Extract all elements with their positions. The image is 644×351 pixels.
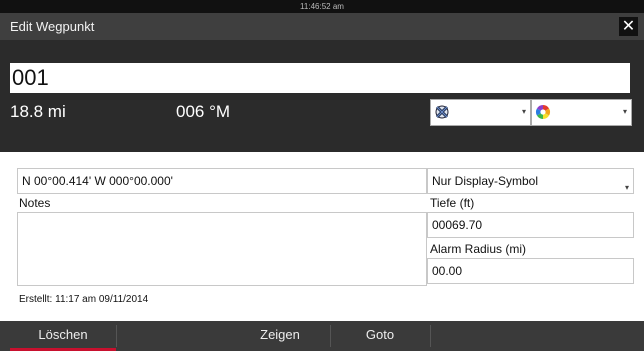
- dialog-title: Edit Wegpunkt: [10, 19, 95, 34]
- dialog-titlebar: Edit Wegpunkt ✕: [0, 13, 644, 40]
- show-button[interactable]: Zeigen: [230, 321, 330, 351]
- waypoint-bearing: 006 °M: [176, 102, 231, 121]
- divider: [430, 325, 431, 347]
- waypoint-cross-icon: [435, 105, 449, 119]
- created-timestamp: Erstellt: 11:17 am 09/11/2014: [19, 294, 149, 305]
- alarm-radius-input[interactable]: 00.00: [427, 258, 634, 284]
- goto-label: Goto: [365, 327, 395, 342]
- chevron-down-icon: ▾: [624, 183, 629, 192]
- waypoint-details-panel: N 00°00.414' W 000°00.000' Nur Display-S…: [0, 152, 644, 321]
- alarm-radius-label: Alarm Radius (mi): [430, 242, 527, 256]
- display-mode-value: Nur Display-Symbol: [432, 174, 539, 188]
- chevron-down-icon: ▾: [622, 107, 627, 116]
- notes-label: Notes: [19, 196, 51, 210]
- waypoint-header-panel: 001 18.8 mi 006 °M ▾ ▾: [0, 40, 644, 152]
- chevron-down-icon: ▾: [521, 107, 526, 116]
- close-button[interactable]: ✕: [619, 17, 638, 36]
- close-icon: ✕: [621, 18, 636, 35]
- status-bar: 11:46:52 am: [0, 0, 644, 13]
- action-bar: Löschen Zeigen Goto: [0, 321, 644, 351]
- divider: [116, 325, 117, 347]
- delete-button[interactable]: Löschen: [10, 321, 116, 351]
- status-time: 11:46:52 am: [300, 2, 344, 11]
- delete-label: Löschen: [38, 327, 88, 342]
- color-wheel-icon: [536, 105, 550, 119]
- color-select[interactable]: ▾: [531, 99, 632, 126]
- waypoint-name-input[interactable]: 001: [10, 63, 630, 93]
- depth-input[interactable]: 00069.70: [427, 212, 634, 238]
- display-mode-select[interactable]: Nur Display-Symbol ▾: [427, 168, 634, 194]
- notes-textarea[interactable]: [17, 212, 427, 286]
- goto-button[interactable]: Goto: [330, 321, 430, 351]
- show-label: Zeigen: [260, 327, 300, 342]
- waypoint-distance: 18.8 mi: [10, 102, 66, 121]
- position-field[interactable]: N 00°00.414' W 000°00.000': [17, 168, 427, 194]
- symbol-select[interactable]: ▾: [430, 99, 531, 126]
- depth-label: Tiefe (ft): [430, 196, 475, 210]
